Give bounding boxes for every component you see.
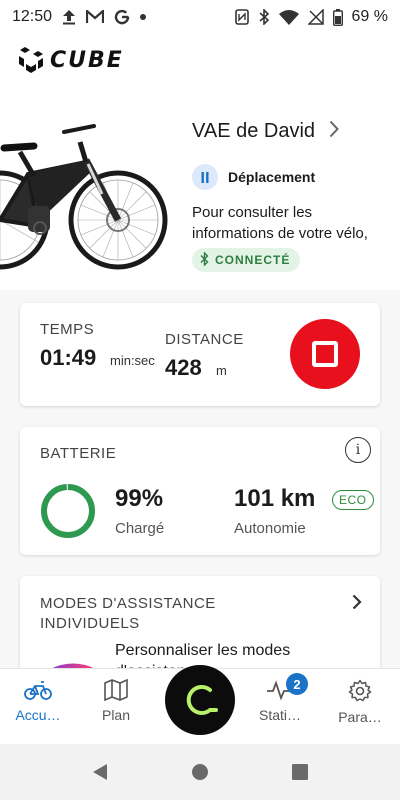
status-bar: 12:50 69 % <box>0 0 400 34</box>
stats-badge: 2 <box>286 673 308 695</box>
trip-time-value: 01:49 <box>40 345 97 370</box>
nfc-icon <box>234 8 249 26</box>
assistance-modes-title: MODES D'ASSISTANCE INDIVIDUELS <box>40 595 216 632</box>
map-icon <box>104 679 128 701</box>
home-button[interactable] <box>188 760 212 784</box>
gear-icon <box>348 679 372 702</box>
notification-dot-icon <box>140 14 147 20</box>
upload-icon <box>62 8 76 26</box>
bike-info-text: Pour consulter les informations de votre… <box>192 204 368 242</box>
connection-status-label: CONNECTÉ <box>215 253 291 267</box>
trip-distance-value: 428 <box>165 355 202 380</box>
stop-trip-button[interactable] <box>290 319 360 389</box>
battery-percent: 69 % <box>351 8 388 25</box>
nav-home[interactable]: Accu… <box>8 679 68 735</box>
connection-status-badge: CONNECTÉ <box>192 248 301 272</box>
battery-range-value: 101 km <box>234 485 316 512</box>
nav-plan-label: Plan <box>101 707 131 723</box>
nav-plan[interactable]: Plan <box>86 679 146 735</box>
nav-stats[interactable]: 2 Stati… <box>250 673 310 735</box>
trip-time-unit: min:sec <box>110 353 155 368</box>
back-button[interactable] <box>88 760 112 784</box>
signal-off-icon <box>307 8 324 26</box>
ride-mode-label: Déplacement <box>228 169 316 185</box>
battery-percent-label: Chargé <box>115 520 165 537</box>
info-icon: i <box>355 442 361 458</box>
google-icon <box>114 8 130 26</box>
stop-icon <box>312 341 338 367</box>
trip-distance-unit: m <box>216 363 227 378</box>
pause-icon <box>192 164 218 190</box>
trip-time-label: TEMPS <box>40 321 95 338</box>
battery-range-label: Autonomie <box>234 520 306 537</box>
bluetooth-icon <box>258 8 270 26</box>
gmail-icon <box>86 8 105 26</box>
nav-stats-label: Stati… <box>258 707 301 723</box>
range-mode-badge: ECO <box>332 490 374 510</box>
system-navigation-bar <box>0 744 400 800</box>
wifi-icon <box>278 8 299 26</box>
cube-logo-icon <box>19 47 43 73</box>
ebike-image <box>0 124 168 270</box>
battery-title: BATTERIE <box>40 445 117 462</box>
recent-apps-button[interactable] <box>288 760 312 784</box>
chevron-right-icon[interactable] <box>352 594 362 615</box>
battery-percent-value: 99% <box>115 485 164 512</box>
nav-settings[interactable]: Para… <box>330 679 390 735</box>
nav-settings-label: Para… <box>338 709 382 725</box>
battery-ring-gauge <box>41 484 95 538</box>
bike-hero: VAE de David Déplacement Pour consulter … <box>0 94 400 290</box>
home-circle-icon <box>192 764 208 780</box>
bluetooth-icon <box>200 250 209 269</box>
bottom-navigation: Accu… Plan 2 Stati… Para… <box>0 665 400 744</box>
start-ride-button[interactable] <box>165 665 235 735</box>
chevron-right-icon[interactable] <box>329 120 339 143</box>
battery-ring-fill <box>41 484 95 538</box>
app-header: CUBE <box>0 34 400 94</box>
bike-icon <box>24 681 52 700</box>
back-triangle-icon <box>93 764 107 780</box>
trip-card: TEMPS 01:49 min:sec DISTANCE 428 m <box>20 303 380 406</box>
battery-card: BATTERIE i 99% Chargé 101 km ECO Autonom… <box>20 427 380 555</box>
recent-square-icon <box>292 764 308 780</box>
battery-info-button[interactable]: i <box>345 437 371 463</box>
battery-icon <box>332 8 343 26</box>
cube-ride-icon <box>186 685 218 715</box>
cube-logo: CUBE <box>18 46 124 74</box>
nav-home-label: Accu… <box>15 707 61 723</box>
bike-name: VAE de David <box>192 120 316 142</box>
trip-distance-label: DISTANCE <box>165 331 244 348</box>
status-time: 12:50 <box>12 8 53 25</box>
cube-logo-text: CUBE <box>50 47 124 73</box>
